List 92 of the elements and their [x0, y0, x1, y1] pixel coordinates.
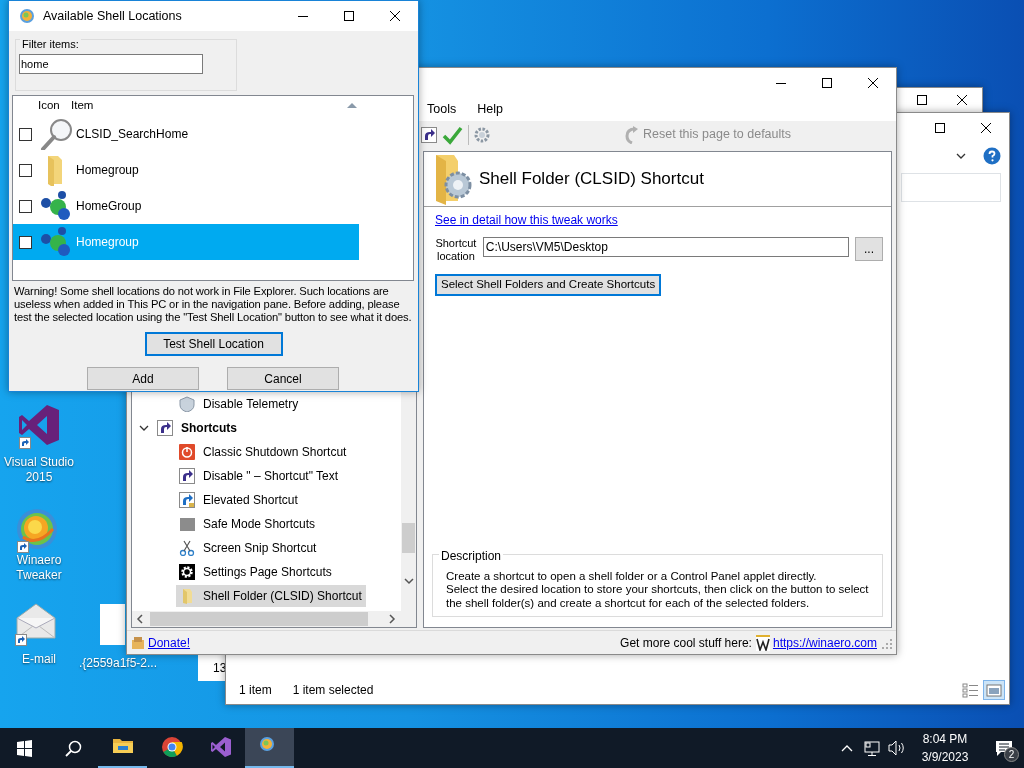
taskbar-app-button[interactable] [245, 728, 294, 768]
chevron-up-icon[interactable] [841, 743, 853, 753]
description-text: Select the desired location to store your shortcuts, then click on the button to select the shell folder(s) and create a shortcut for each of the selected folders. [446, 583, 870, 610]
checkbox[interactable] [19, 199, 32, 213]
description-text: Create a shortcut to open a shell folder or a Control Panel applet directly. [446, 569, 818, 583]
maximize-icon [935, 123, 945, 133]
gear-icon[interactable] [473, 125, 491, 144]
app-logo-icon [19, 8, 35, 24]
checkmark-icon[interactable] [442, 124, 464, 145]
image-icon [985, 682, 1003, 698]
shortcut-arrow-icon [17, 541, 29, 553]
checkbox[interactable] [19, 127, 32, 141]
tree-item[interactable]: Shell Folder (CLSID) Shortcut [176, 585, 366, 607]
list-row[interactable]: Homegroup [13, 152, 359, 188]
tree-item[interactable]: Disable Telemetry [176, 393, 303, 415]
checkbox[interactable] [19, 163, 32, 177]
clock-date: 3/9/2023 [920, 749, 970, 766]
create-shortcuts-button[interactable]: Select Shell Folders and Create Shortcuts [435, 274, 661, 296]
scrollbar-thumb[interactable] [402, 523, 415, 553]
maximize-icon [344, 11, 354, 21]
browser-icon [160, 736, 183, 758]
scroll-right-icon[interactable] [388, 613, 398, 625]
scroll-left-icon[interactable] [136, 613, 146, 625]
tree-item[interactable]: Screen Snip Shortcut [176, 537, 321, 559]
tree-item[interactable]: Settings Page Shortcuts [176, 561, 336, 583]
notification-count: 2 [1004, 747, 1019, 762]
tree-item[interactable]: Safe Mode Shortcuts [176, 513, 320, 535]
warning-text: Warning! Some shell locations do not work in File Explorer. Such locations are useless when added in This PC or in the navigation pane. Before adding, please test the selected location using the "Test Shell Location" button to see what it does. [13, 284, 413, 324]
magnifier-icon [40, 118, 72, 150]
shortcut-arrow-icon [15, 634, 27, 646]
menu-item[interactable]: Help [477, 100, 512, 119]
horizontal-scrollbar[interactable] [132, 611, 416, 627]
notifications-button[interactable]: 2 [984, 728, 1024, 768]
close-icon [981, 123, 991, 133]
tree-item[interactable]: Elevated Shortcut [176, 489, 302, 511]
list-row[interactable]: HomeGroup [13, 188, 359, 224]
windows-logo-icon [16, 739, 33, 757]
resize-grip-icon[interactable] [882, 636, 892, 649]
molecule-icon [40, 190, 72, 222]
gear-icon [179, 564, 195, 580]
close-icon [957, 95, 967, 105]
promo-text: Get more cool stuff here: [620, 634, 752, 652]
maximize-icon [822, 78, 832, 88]
square-icon [179, 516, 195, 532]
list-row[interactable]: CLSID_SearchHome [13, 116, 359, 152]
page-title: Shell Folder (CLSID) Shortcut [479, 168, 704, 191]
donate-link[interactable]: Donate! [148, 633, 191, 652]
visual-studio-icon[interactable] [17, 403, 61, 447]
visual-studio-icon [209, 736, 232, 758]
swirl-logo-icon[interactable] [15, 507, 59, 551]
shield-icon [179, 396, 195, 412]
cancel-button[interactable]: Cancel [227, 367, 339, 390]
close-icon [868, 78, 878, 88]
tree-item[interactable]: Classic Shutdown Shortcut [176, 441, 351, 463]
column-header[interactable]: Icon [38, 97, 71, 115]
location-label: Shortcut location [435, 237, 477, 263]
molecule-icon [40, 226, 72, 258]
location-field[interactable]: C:\Users\VM5\Desktop [482, 237, 850, 257]
clock-time: 8:04 PM [921, 731, 969, 748]
clock[interactable]: 8:04 PM 3/9/2023 [912, 730, 978, 766]
w-logo-icon [755, 634, 770, 651]
test-location-button[interactable]: Test Shell Location [144, 332, 283, 356]
network-icon[interactable] [864, 739, 880, 757]
filter-field[interactable]: home [19, 54, 203, 74]
help-icon[interactable] [983, 147, 1001, 165]
scrollbar-thumb[interactable] [150, 612, 368, 626]
sort-arrow-icon [346, 102, 358, 110]
search-field[interactable] [901, 173, 1001, 202]
status-text: 1 item [239, 682, 272, 699]
shortcut-arrow-icon [19, 437, 31, 449]
close-icon [390, 11, 400, 21]
power-icon [179, 444, 195, 460]
search-icon [65, 739, 82, 757]
add-button[interactable]: Add [87, 367, 199, 390]
details-view-button[interactable] [959, 680, 981, 700]
large-icons-view-button[interactable] [983, 680, 1005, 700]
tree-item[interactable]: Disable " – Shortcut" Text [176, 465, 343, 487]
tweak-details-link[interactable]: See in detail how this tweak works [435, 211, 618, 229]
undo-icon [623, 125, 639, 144]
column-header[interactable]: Item [71, 97, 346, 115]
menu-item[interactable]: Tools [427, 100, 466, 119]
gift-icon [131, 635, 145, 650]
status-text: 1 item selected [292, 682, 374, 699]
tree-item[interactable]: Shortcuts [154, 417, 241, 439]
website-link[interactable]: https://winaero.com [772, 633, 877, 652]
window-title: Available Shell Locations [43, 7, 183, 25]
browse-button[interactable]: ... [855, 237, 883, 261]
maximize-icon [917, 95, 927, 105]
volume-icon[interactable] [888, 739, 906, 757]
checkbox[interactable] [19, 235, 32, 249]
scissors-icon [179, 540, 195, 556]
list-icon [961, 682, 979, 698]
